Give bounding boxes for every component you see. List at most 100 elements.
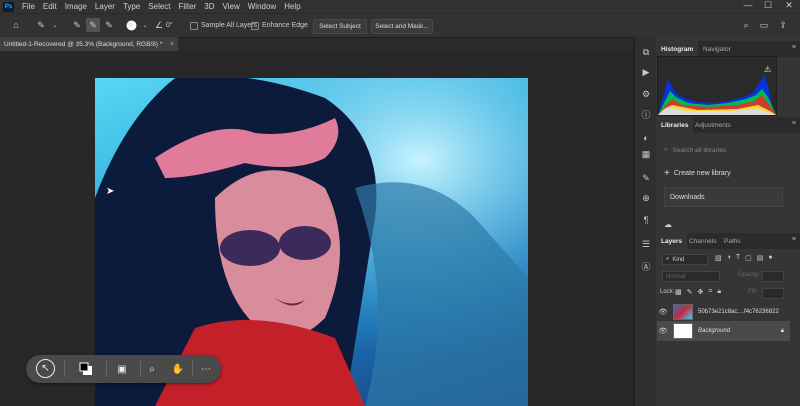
color-swatches-icon[interactable] — [76, 359, 96, 379]
smart-object-filter-icon[interactable]: ▤ — [757, 254, 764, 265]
quick-mask-icon[interactable]: ▣ — [112, 359, 132, 379]
sample-all-layers-checkbox[interactable]: Sample All Layers — [190, 14, 257, 37]
select-subject-button[interactable]: Select Subject — [313, 19, 367, 34]
clone-source-icon[interactable]: ⊕ — [638, 191, 654, 205]
home-icon[interactable]: ⌂ — [9, 18, 23, 32]
shape-filter-icon[interactable]: ▢ — [745, 254, 752, 265]
enhance-edge-checkbox[interactable]: Enhance Edge — [251, 14, 308, 37]
move-tool-icon[interactable]: ↖ — [36, 359, 55, 378]
lock-position-icon[interactable]: ✥ — [698, 288, 704, 296]
quick-selection-preset-icon[interactable]: ✎ — [34, 18, 48, 32]
share-icon[interactable]: ⇪ — [776, 18, 790, 32]
subtract-from-selection-icon[interactable]: ✎ — [102, 18, 116, 32]
brush-chevron-icon[interactable]: ⌄ — [138, 18, 152, 32]
tab-adjustments[interactable]: Adjustments — [690, 117, 736, 133]
fill-field[interactable] — [762, 288, 784, 299]
info-icon[interactable]: ⓘ — [638, 107, 654, 121]
search-icon: ⌕ — [666, 256, 670, 262]
menu-select[interactable]: Select — [144, 2, 174, 11]
paragraph-icon[interactable]: ¶ — [638, 213, 654, 227]
lock-transparent-icon[interactable]: ▩ — [675, 288, 682, 296]
checkbox-icon[interactable] — [190, 21, 198, 30]
lock-icons: ▩ ✎ ✥ ⌗ 🔒︎ — [675, 288, 721, 296]
menu-view[interactable]: View — [219, 2, 244, 11]
actions-play-icon[interactable]: ▶ — [638, 65, 654, 79]
lock-image-icon[interactable]: ✎ — [687, 288, 693, 296]
brush-size-value: 30 — [127, 23, 134, 29]
color-palette-icon[interactable]: ◐ — [638, 131, 654, 145]
menu-help[interactable]: Help — [280, 2, 304, 11]
library-item-downloads[interactable]: Downloads — [664, 187, 783, 207]
filter-kind-value: Kind — [672, 256, 685, 263]
search-icon[interactable]: ⌕ — [739, 18, 753, 32]
tab-channels[interactable]: Channels — [684, 233, 721, 249]
histogram-plot — [658, 75, 776, 115]
workspace-icon[interactable]: ▭ — [757, 18, 771, 32]
tab-navigator[interactable]: Navigator — [698, 41, 736, 57]
history-icon[interactable]: ⧉ — [638, 45, 654, 59]
more-options-icon[interactable]: ⋯ — [196, 359, 216, 379]
panel-icon-strip: ⧉ ▶ ⚙ ⓘ ◐ ▦ ✎ ⊕ ¶ ☰ Ⓐ — [634, 37, 656, 406]
adjustment-filter-icon[interactable]: ◑ — [727, 254, 731, 265]
eye-icon[interactable]: 👁︎ — [657, 308, 669, 316]
menu-filter[interactable]: Filter — [175, 2, 201, 11]
menu-image[interactable]: Image — [61, 2, 91, 11]
layer-name: Background — [698, 328, 731, 334]
zoom-icon[interactable]: ⌕ — [142, 359, 162, 379]
libraries-menu-icon[interactable]: ≡ — [792, 120, 796, 127]
type-filter-icon[interactable]: T — [736, 254, 740, 265]
library-search-placeholder: Search all libraries — [672, 146, 727, 154]
create-library-label: Create new library — [673, 170, 731, 177]
document-tab[interactable]: Untitled-1-Recovered @ 35.3% (Background… — [0, 37, 178, 51]
tab-libraries[interactable]: Libraries — [656, 117, 694, 133]
menu-window[interactable]: Window — [244, 2, 280, 11]
layer-row[interactable]: 👁︎ 50b73e21c8ac....f4c76236822 — [657, 302, 790, 322]
lock-artboard-icon[interactable]: ⌗ — [708, 288, 712, 296]
layer-row-background[interactable]: 👁︎ Background 🔒︎ — [657, 321, 790, 341]
maximize-button[interactable]: ☐ — [758, 0, 778, 11]
menu-3d[interactable]: 3D — [200, 2, 218, 11]
select-and-mask-button[interactable]: Select and Mask... — [371, 19, 433, 34]
menu-layer[interactable]: Layer — [91, 2, 119, 11]
fill-label: Fill: — [748, 289, 758, 295]
tab-layers[interactable]: Layers — [656, 233, 687, 249]
filter-toggle-icon[interactable]: ● — [768, 254, 772, 265]
layers-menu-icon[interactable]: ≡ — [792, 236, 796, 243]
tab-paths[interactable]: Paths — [719, 233, 746, 249]
glyphs-icon[interactable]: Ⓐ — [638, 259, 654, 273]
swatches-grid-icon[interactable]: ▦ — [638, 147, 654, 161]
photoshop-logo-icon[interactable]: Ps — [3, 1, 14, 12]
properties-icon[interactable]: ☰ — [638, 237, 654, 251]
create-library-button[interactable]: + Create new library — [664, 168, 731, 179]
hand-icon[interactable]: ✋ — [168, 359, 188, 379]
checkbox-icon[interactable] — [251, 21, 259, 30]
menu-edit[interactable]: Edit — [39, 2, 61, 11]
library-search-field[interactable]: ⌕ Search all libraries — [664, 143, 782, 157]
menu-type[interactable]: Type — [119, 2, 144, 11]
minimize-button[interactable]: — — [738, 0, 758, 10]
new-selection-icon[interactable]: ✎ — [70, 18, 84, 32]
lock-all-icon[interactable]: 🔒︎ — [717, 288, 721, 296]
opacity-field[interactable] — [762, 271, 784, 282]
close-document-icon[interactable]: × — [170, 41, 174, 48]
plus-icon: + — [664, 168, 670, 179]
cloud-icon[interactable]: ☁ — [664, 220, 672, 229]
menu-file[interactable]: File — [18, 2, 39, 11]
angle-value[interactable]: 0° — [166, 14, 173, 37]
sample-all-layers-label: Sample All Layers — [201, 22, 258, 29]
chevron-down-icon[interactable]: ⌄ — [48, 18, 62, 32]
histogram-menu-icon[interactable]: ≡ — [792, 44, 796, 51]
close-window-button[interactable]: ✕ — [779, 0, 799, 11]
tab-histogram[interactable]: Histogram — [656, 41, 699, 57]
eye-icon[interactable]: 👁︎ — [657, 327, 669, 335]
layer-thumbnail — [673, 304, 693, 320]
layers-panel-header: Layers Channels Paths ≡ — [656, 233, 800, 249]
pixel-filter-icon[interactable]: ▧ — [715, 254, 722, 265]
filter-kind-select[interactable]: ⌕ Kind — [662, 254, 708, 265]
brushes-icon[interactable]: ✎ — [638, 171, 654, 185]
histogram-warning-icon[interactable]: ⚠ — [764, 65, 771, 74]
brush-settings-icon[interactable]: ⚙ — [638, 87, 654, 101]
libraries-panel-header: Libraries Adjustments ≡ — [656, 117, 800, 133]
blend-mode-select[interactable]: Normal — [662, 271, 720, 282]
add-to-selection-icon[interactable]: ✎ — [86, 18, 100, 32]
